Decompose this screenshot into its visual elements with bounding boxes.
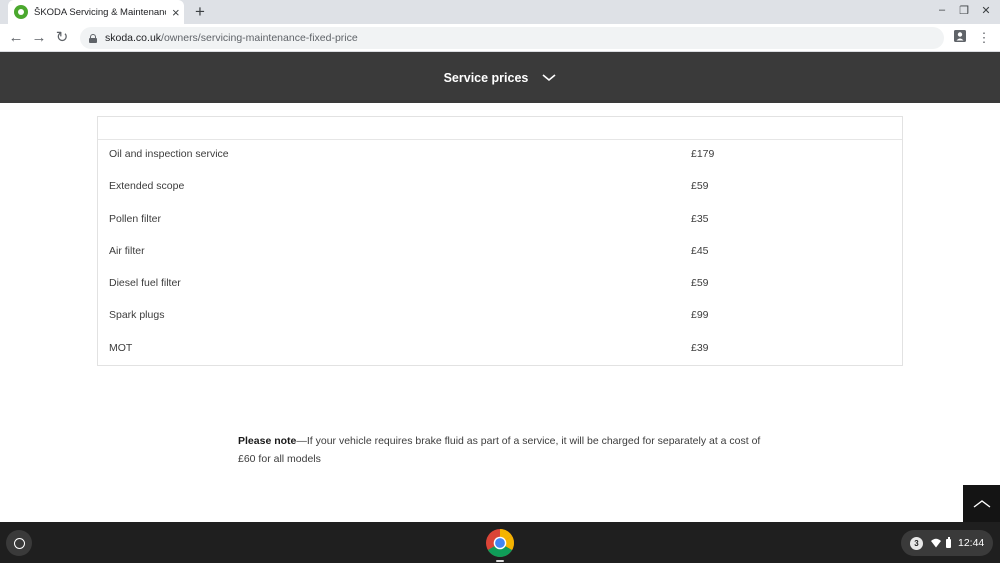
minimize-icon[interactable]: – bbox=[934, 4, 950, 16]
price-table: Oil and inspection service £179 Extended… bbox=[97, 116, 903, 366]
os-shelf: 3 12:44 bbox=[0, 522, 1000, 563]
profile-icon[interactable] bbox=[950, 28, 970, 48]
service-item-name: MOT bbox=[109, 341, 133, 354]
browser-tab[interactable]: ŠKODA Servicing & Maintenance × bbox=[8, 0, 184, 24]
tab-close-icon[interactable]: × bbox=[172, 6, 180, 19]
forward-icon[interactable]: → bbox=[29, 28, 49, 48]
table-row: Spark plugs £99 bbox=[98, 301, 902, 333]
chevron-down-icon bbox=[542, 73, 556, 82]
tab-title: ŠKODA Servicing & Maintenance bbox=[34, 6, 166, 18]
restore-icon[interactable]: ❐ bbox=[956, 4, 972, 17]
tab-strip: ŠKODA Servicing & Maintenance × + – ❐ ✕ bbox=[0, 0, 1000, 24]
service-item-price: £45 bbox=[691, 244, 709, 257]
lock-icon bbox=[89, 33, 97, 43]
service-item-price: £39 bbox=[691, 341, 709, 354]
back-to-top-button[interactable] bbox=[963, 485, 1000, 522]
note-text: —If your vehicle requires brake fluid as… bbox=[238, 435, 761, 465]
page-title: Service prices bbox=[443, 70, 529, 85]
service-item-price: £59 bbox=[691, 277, 709, 290]
chevron-up-icon bbox=[973, 499, 990, 508]
table-header bbox=[98, 117, 902, 140]
service-item-name: Spark plugs bbox=[109, 309, 165, 322]
battery-icon bbox=[946, 537, 951, 548]
service-item-price: £179 bbox=[691, 148, 715, 160]
url-path: /owners/servicing-maintenance-fixed-pric… bbox=[161, 32, 358, 44]
back-icon[interactable]: ← bbox=[6, 28, 26, 48]
new-tab-icon[interactable]: + bbox=[190, 2, 210, 22]
skoda-favicon-icon bbox=[14, 5, 28, 19]
wifi-icon bbox=[931, 538, 941, 548]
service-item-name: Air filter bbox=[109, 244, 145, 257]
window-close-icon[interactable]: ✕ bbox=[978, 4, 994, 17]
table-row: Extended scope £59 bbox=[98, 172, 902, 204]
table-row: Pollen filter £35 bbox=[98, 205, 902, 237]
note-label: Please note bbox=[238, 435, 297, 447]
brake-fluid-note: Please note—If your vehicle requires bra… bbox=[238, 432, 768, 468]
menu-kebab-icon[interactable]: ⋮ bbox=[974, 28, 994, 48]
service-item-name: Oil and inspection service bbox=[109, 148, 229, 160]
service-item-name: Diesel fuel filter bbox=[109, 277, 181, 290]
table-row: Diesel fuel filter £59 bbox=[98, 269, 902, 301]
running-app-indicator bbox=[496, 560, 504, 562]
service-item-price: £35 bbox=[691, 212, 709, 225]
service-item-name: Pollen filter bbox=[109, 212, 161, 225]
chrome-app-icon[interactable] bbox=[485, 528, 515, 558]
address-bar[interactable]: skoda.co.uk/owners/servicing-maintenance… bbox=[80, 27, 944, 49]
service-item-price: £99 bbox=[691, 309, 709, 322]
status-tray[interactable]: 3 12:44 bbox=[901, 530, 993, 556]
table-row: MOT £39 bbox=[98, 334, 902, 366]
service-item-price: £59 bbox=[691, 180, 709, 193]
table-row: Air filter £45 bbox=[98, 237, 902, 269]
reload-icon[interactable]: ↻ bbox=[52, 28, 72, 48]
service-item-name: Extended scope bbox=[109, 180, 185, 193]
browser-toolbar: ← → ↻ skoda.co.uk/owners/servicing-maint… bbox=[0, 24, 1000, 52]
url-host: skoda.co.uk bbox=[105, 32, 162, 44]
launcher-icon[interactable] bbox=[6, 530, 32, 556]
table-row: Oil and inspection service £179 bbox=[98, 140, 902, 172]
notification-count-badge: 3 bbox=[910, 536, 923, 550]
clock: 12:44 bbox=[958, 537, 985, 549]
service-prices-dropdown[interactable]: Service prices bbox=[0, 52, 1000, 103]
